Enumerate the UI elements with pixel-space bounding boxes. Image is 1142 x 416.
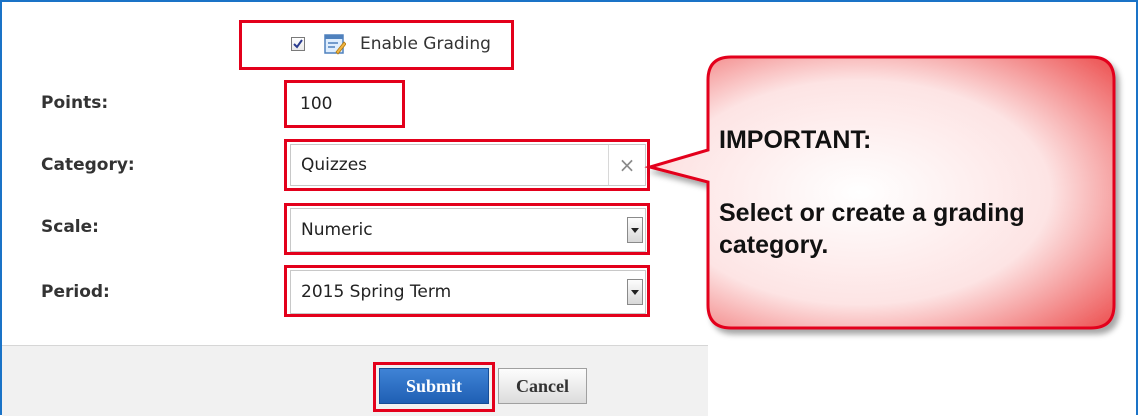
submit-button[interactable]: Submit xyxy=(379,368,489,404)
category-highlight xyxy=(284,139,650,191)
scale-label: Scale: xyxy=(41,217,99,237)
dialog-footer xyxy=(2,345,708,416)
scale-highlight xyxy=(284,203,650,255)
checkmark-icon xyxy=(293,39,303,49)
cancel-button[interactable]: Cancel xyxy=(498,368,587,404)
callout-heading: IMPORTANT: xyxy=(719,126,872,154)
points-label: Points: xyxy=(41,93,109,113)
grading-icon xyxy=(324,33,347,60)
enable-grading-checkbox[interactable] xyxy=(291,37,305,51)
period-label: Period: xyxy=(41,282,110,302)
points-highlight xyxy=(284,80,405,128)
callout-line-1: Select or create a grading xyxy=(719,199,1025,227)
enable-grading-label: Enable Grading xyxy=(360,34,491,54)
callout-line-2: category. xyxy=(719,231,829,259)
period-highlight xyxy=(284,265,650,317)
category-label: Category: xyxy=(41,155,135,175)
